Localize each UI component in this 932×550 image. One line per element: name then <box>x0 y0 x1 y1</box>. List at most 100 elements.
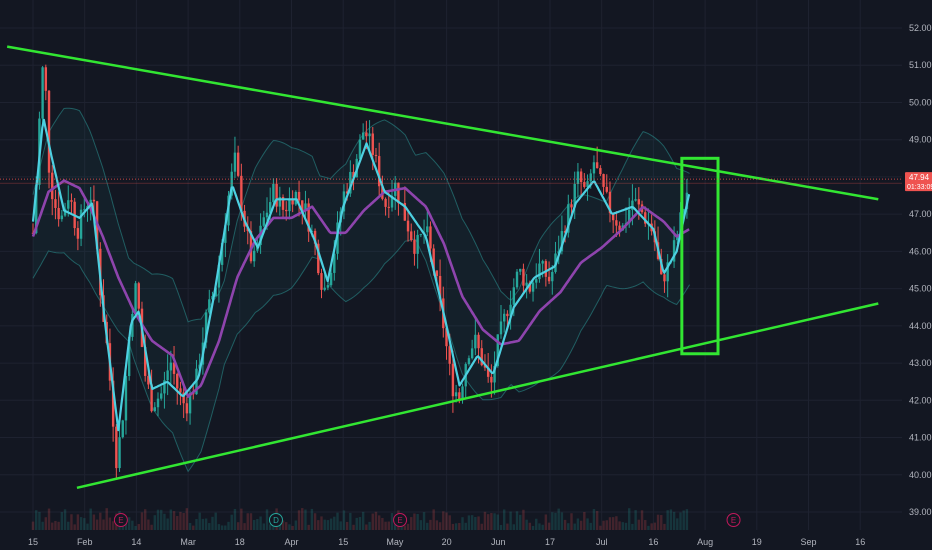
volume-bar <box>672 511 676 530</box>
volume-bar <box>160 509 163 530</box>
volume-bar <box>342 510 346 530</box>
volume-bar <box>92 514 96 530</box>
volume-bar <box>365 524 368 530</box>
volume-bar <box>384 521 387 530</box>
volume-bar <box>589 522 592 530</box>
volume-bar <box>477 516 480 530</box>
time-tick-label: Sep <box>800 537 816 547</box>
candle-body <box>160 393 163 399</box>
volume-bar <box>310 508 314 530</box>
volume-bar <box>352 524 355 530</box>
volume-bar <box>422 512 426 530</box>
volume-bar <box>67 521 70 530</box>
volume-bar <box>387 521 390 530</box>
volume-bar <box>256 518 259 530</box>
volume-bar <box>249 513 253 530</box>
volume-bar <box>102 519 105 530</box>
candle-body <box>615 220 618 226</box>
candle-body <box>547 276 551 282</box>
candle-body <box>124 376 128 421</box>
candle-body <box>435 270 439 276</box>
price-tick-label: 52.00 <box>909 23 932 33</box>
volume-bar <box>628 508 631 530</box>
candle-body <box>374 154 378 157</box>
volume-bar <box>410 517 413 530</box>
volume-bar <box>547 522 551 530</box>
volume-bar <box>470 515 474 530</box>
volume-bar <box>220 525 224 530</box>
volume-bar <box>653 522 657 530</box>
volume-bar <box>490 513 493 530</box>
time-tick-label: 18 <box>235 537 245 547</box>
volume-bar <box>179 511 182 530</box>
candle-body <box>663 274 666 282</box>
volume-bar <box>320 516 323 530</box>
time-tick-label: 16 <box>648 537 658 547</box>
volume-bar <box>297 510 301 530</box>
candle-body <box>512 287 516 305</box>
candle-body <box>454 392 458 397</box>
volume-bar <box>150 524 153 530</box>
candle-body <box>477 334 480 349</box>
volume-bar <box>512 524 516 530</box>
volume-bar <box>406 523 410 530</box>
candle-body <box>474 334 477 349</box>
candle-body <box>115 426 118 469</box>
volume-bar <box>586 518 589 530</box>
price-tick-label: 43.00 <box>909 358 932 368</box>
candle-body <box>410 231 413 241</box>
volume-bar <box>429 519 432 530</box>
candle-body <box>118 437 121 469</box>
event-label: E <box>118 516 123 525</box>
event-label: E <box>731 516 736 525</box>
candle-body <box>634 199 637 201</box>
volume-bar <box>573 523 576 530</box>
price-axis-bg <box>902 0 932 550</box>
volume-bar <box>192 525 195 530</box>
price-axis[interactable]: 52.0051.0050.0049.0048.0047.0046.0045.00… <box>902 0 932 550</box>
volume-bar <box>624 522 628 530</box>
volume-bar <box>140 512 144 530</box>
candle-body <box>44 67 48 91</box>
candle-body <box>490 376 493 383</box>
volume-bar <box>374 511 378 530</box>
candle-body <box>637 199 641 205</box>
candle-body <box>451 363 455 397</box>
volume-bar <box>201 518 205 530</box>
candle-body <box>252 250 256 262</box>
volume-bar <box>63 509 67 530</box>
price-tick-label: 39.00 <box>909 507 932 517</box>
candle-body <box>589 173 592 182</box>
volume-bar <box>567 523 570 530</box>
current-price-countdown: 01:33:09 <box>907 184 932 191</box>
volume-bar <box>560 512 564 530</box>
volume-bar <box>541 524 544 530</box>
candle-body <box>499 321 503 335</box>
time-tick-label: Feb <box>77 537 93 547</box>
volume-bar <box>307 524 310 530</box>
volume-bar <box>79 517 83 530</box>
volume-bar <box>111 521 115 530</box>
candle-body <box>470 348 474 359</box>
volume-bar <box>676 518 679 530</box>
volume-bar <box>544 514 548 530</box>
candle-body <box>599 168 602 175</box>
time-tick-label: Jun <box>491 537 506 547</box>
volume-bar <box>509 511 512 530</box>
price-chart[interactable]: 52.0051.0050.0049.0048.0047.0046.0045.00… <box>0 0 932 550</box>
candle-body <box>137 283 140 309</box>
candle-body <box>361 132 365 140</box>
volume-bar <box>599 525 602 530</box>
volume-bar <box>204 518 208 530</box>
volume-bar <box>483 511 487 530</box>
volume-bar <box>198 512 201 530</box>
volume-bar <box>426 522 429 530</box>
volume-bar <box>163 513 166 530</box>
time-tick-label: 20 <box>442 537 452 547</box>
volume-bar <box>448 515 451 530</box>
volume-bar <box>538 523 541 530</box>
candle-body <box>502 313 506 322</box>
time-tick-label: 15 <box>28 537 38 547</box>
candle-body <box>326 285 330 288</box>
volume-bar <box>304 509 307 530</box>
